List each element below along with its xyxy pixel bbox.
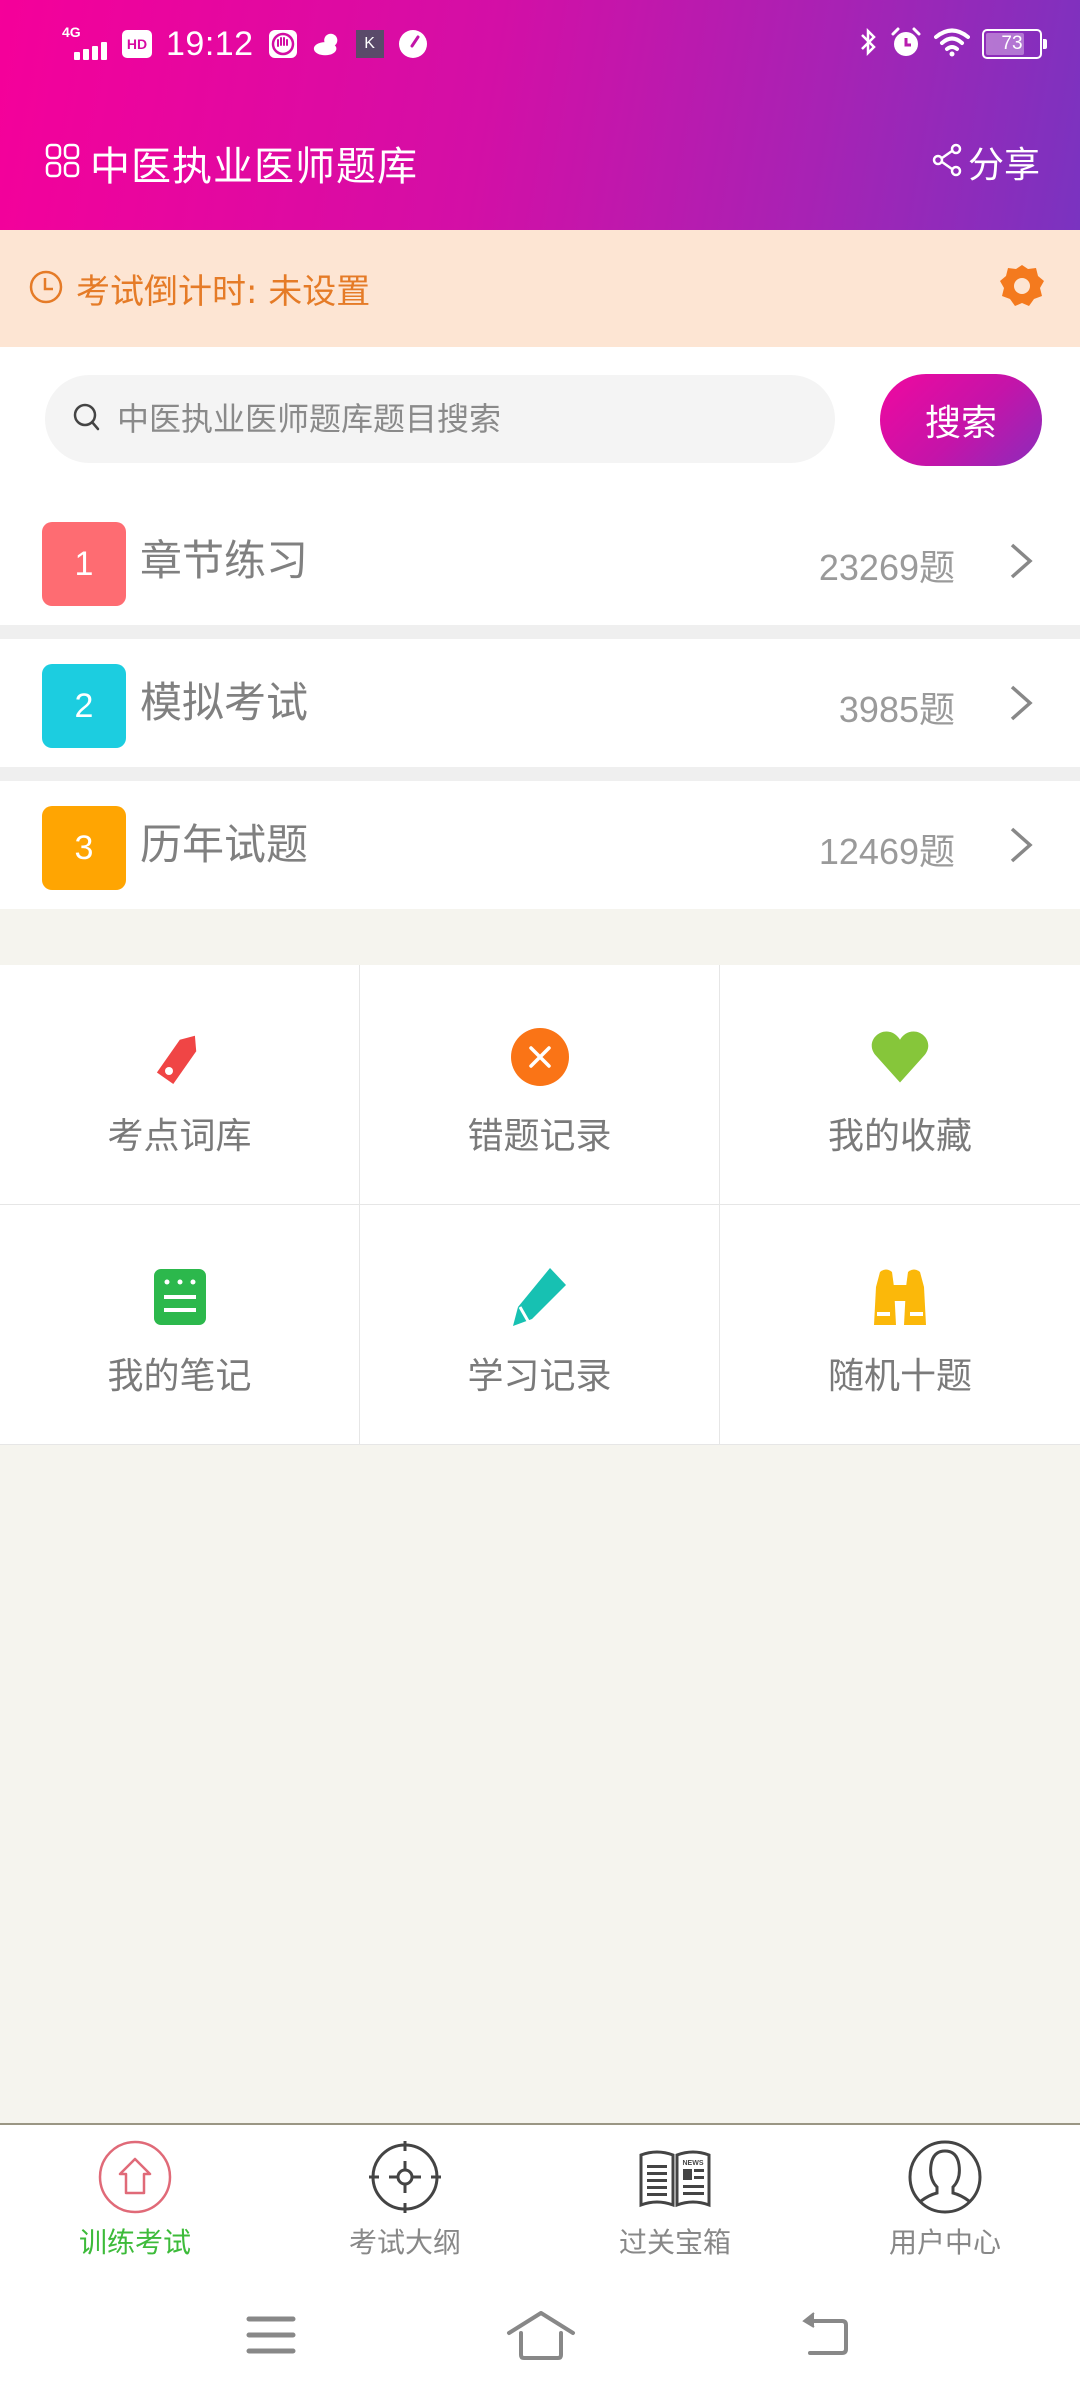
recent-apps-button[interactable]	[243, 2311, 303, 2361]
back-button[interactable]	[798, 2311, 858, 2361]
tab-user-center[interactable]: 用户中心	[810, 2125, 1080, 2273]
search-icon	[71, 401, 103, 437]
tab-label: 用户中心	[888, 2226, 1001, 2259]
section-label: 章节练习	[140, 536, 309, 585]
tab-label: 过关宝箱	[618, 2226, 731, 2259]
countdown-text: 考试倒计时: 未设置	[76, 272, 371, 312]
list-item-past-exams[interactable]: 3 历年试题 12469题	[0, 781, 1080, 909]
tool-label: 我的笔记	[107, 1356, 252, 1397]
gear-icon	[998, 262, 1046, 314]
notebook-icon	[150, 1265, 210, 1329]
svg-text:NEWS: NEWS	[683, 2160, 704, 2167]
share-button[interactable]: 分享	[932, 136, 1040, 188]
speed-gauge-icon	[398, 29, 428, 59]
tool-keypoint-glossary[interactable]: 考点词库	[0, 965, 360, 1205]
number-badge: 2	[42, 664, 126, 748]
tab-label: 考试大纲	[348, 2226, 461, 2259]
question-count: 12469题	[818, 831, 955, 872]
tool-my-notes[interactable]: 我的笔记	[0, 1205, 360, 1445]
tool-label: 随机十题	[827, 1356, 972, 1397]
tools-grid: 考点词库 错题记录 我的收藏 我的笔记 学习记录 随机十题	[0, 965, 1080, 1445]
system-navigation-bar	[0, 2273, 1080, 2400]
news-book-icon: NEWS	[639, 2150, 711, 2208]
divider	[0, 767, 1080, 781]
cellular-signal-icon: 4G	[62, 24, 108, 64]
hd-voice-icon: HD	[122, 30, 152, 58]
k-app-icon: K	[355, 30, 384, 58]
battery-indicator: 73	[982, 29, 1047, 59]
tool-label: 错题记录	[467, 1116, 612, 1157]
tab-treasure-box[interactable]: NEWS 过关宝箱	[540, 2125, 810, 2273]
hand-icon	[268, 29, 298, 59]
user-icon	[908, 2140, 982, 2214]
target-icon	[369, 2141, 441, 2213]
menu-icon	[246, 2316, 296, 2354]
grid-icon[interactable]	[44, 142, 82, 184]
wifi-icon	[934, 27, 970, 61]
heart-icon	[870, 1025, 930, 1089]
page-title: 中医执业医师题库	[90, 144, 418, 190]
app-header-background: 4G HD 19:12 K 73 中医执业医师题库 分享	[0, 0, 1080, 230]
tab-label: 训练考试	[78, 2226, 191, 2259]
section-label: 历年试题	[140, 820, 309, 869]
number-badge: 3	[42, 806, 126, 890]
list-item-chapter-practice[interactable]: 1 章节练习 23269题	[0, 497, 1080, 625]
battery-level: 73	[1001, 33, 1023, 54]
question-count: 3985题	[838, 689, 955, 730]
tool-wrong-answers[interactable]: 错题记录	[360, 965, 720, 1205]
search-section: 搜索	[0, 347, 1080, 497]
number-badge: 1	[42, 522, 126, 606]
app-header: 中医执业医师题库 分享	[0, 110, 1080, 230]
clock-time: 19:12	[166, 24, 254, 63]
tag-icon	[150, 1025, 210, 1089]
pencil-icon	[510, 1265, 570, 1329]
tool-my-favorites[interactable]: 我的收藏	[720, 965, 1080, 1205]
share-label: 分享	[967, 145, 1040, 186]
chevron-right-icon	[1010, 685, 1033, 721]
bottom-tab-bar: 训练考试 考试大纲 NEWS 过关宝箱 用户中心	[0, 2123, 1080, 2273]
close-circle-icon	[510, 1025, 570, 1089]
section-label: 模拟考试	[140, 678, 309, 727]
divider	[0, 625, 1080, 639]
chevron-right-icon	[1010, 543, 1033, 579]
home-button[interactable]	[505, 2311, 577, 2361]
status-bar: 4G HD 19:12 K 73	[0, 0, 1080, 90]
share-icon	[932, 142, 962, 182]
clock-icon	[28, 269, 64, 309]
question-count: 23269题	[818, 547, 955, 588]
exam-countdown-bar[interactable]: 考试倒计时: 未设置	[0, 230, 1080, 347]
tool-study-history[interactable]: 学习记录	[360, 1205, 720, 1445]
system-home-icon	[507, 2311, 575, 2360]
tab-training-exam[interactable]: 训练考试	[0, 2125, 270, 2273]
binoculars-icon	[870, 1265, 930, 1329]
tab-exam-syllabus[interactable]: 考试大纲	[270, 2125, 540, 2273]
weather-cloud-icon	[312, 29, 342, 59]
list-item-mock-exam[interactable]: 2 模拟考试 3985题	[0, 639, 1080, 767]
search-button[interactable]: 搜索	[880, 374, 1042, 466]
practice-section-list: 1 章节练习 23269题 2 模拟考试 3985题 3 历年试题 12469题	[0, 497, 1080, 909]
tool-random-ten[interactable]: 随机十题	[720, 1205, 1080, 1445]
back-icon	[802, 2312, 848, 2355]
tool-label: 我的收藏	[827, 1116, 972, 1157]
countdown-settings-button[interactable]	[994, 260, 1050, 316]
search-field[interactable]	[45, 375, 835, 463]
home-icon	[98, 2140, 172, 2214]
network-type-label: 4G	[62, 24, 81, 40]
tool-label: 考点词库	[107, 1116, 252, 1157]
bluetooth-icon	[858, 27, 878, 61]
chevron-right-icon	[1010, 827, 1033, 863]
search-input[interactable]	[117, 400, 797, 438]
alarm-icon	[890, 26, 922, 62]
tool-label: 学习记录	[467, 1356, 612, 1397]
